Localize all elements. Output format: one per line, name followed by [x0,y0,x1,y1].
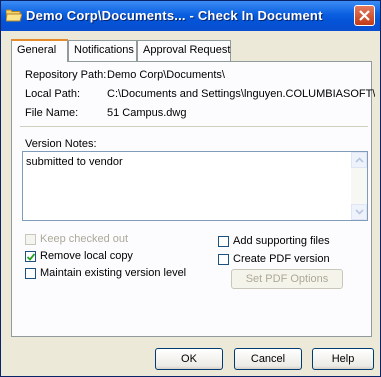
title-bar[interactable]: Demo Corp\Documents... - Check In Docume… [1,1,380,31]
set-pdf-options-button[interactable]: Set PDF Options [231,269,343,289]
cancel-button[interactable]: Cancel [234,348,302,370]
create-pdf-label: Create PDF version [233,253,330,265]
version-notes-text: submitted to vendor [26,156,123,168]
checkbox-box [218,254,229,265]
check-in-dialog: Demo Corp\Documents... - Check In Docume… [0,0,381,377]
repository-path-label: Repository Path: [25,69,107,81]
close-button[interactable] [354,5,375,26]
checkmark-icon [27,253,35,261]
remove-local-copy-label: Remove local copy [40,250,133,262]
file-name-value: 51 Campus.dwg [107,107,187,119]
version-notes-label: Version Notes: [25,138,97,150]
tab-notifications-label: Notifications [74,44,134,56]
chevron-down-icon [355,209,364,215]
repository-path-value: Demo Corp\Documents\ [107,69,225,81]
checkbox-box [218,236,229,247]
notes-scrollbar[interactable] [351,152,367,220]
local-path-value: C:\Documents and Settings\lnguyen.COLUMB… [107,88,375,100]
tab-approval-request-label: Approval Request [143,44,231,56]
separator [20,126,368,127]
checkbox-box [25,268,36,279]
tab-general-label: General [17,44,57,56]
tab-approval-request[interactable]: Approval Request [137,40,231,61]
checkbox-box [25,234,36,245]
file-name-label: File Name: [25,107,79,119]
chevron-up-icon [355,157,364,163]
version-notes-field[interactable]: submitted to vendor [22,151,368,221]
tab-general[interactable]: General [11,39,68,62]
keep-checked-out-label: Keep checked out [40,233,129,245]
scroll-down-button[interactable] [351,204,367,220]
local-path-label: Local Path: [25,88,81,100]
tab-notifications[interactable]: Notifications [68,40,137,61]
maintain-version-label: Maintain existing version level [40,267,187,279]
ok-button[interactable]: OK [155,348,223,370]
window-title: Demo Corp\Documents... - Check In Docume… [26,8,323,23]
help-button[interactable]: Help [312,348,374,370]
add-supporting-files-label: Add supporting files [233,235,330,247]
scroll-up-button[interactable] [351,152,367,168]
close-icon [359,10,370,21]
folder-icon [5,8,23,22]
checkbox-box [25,251,36,262]
